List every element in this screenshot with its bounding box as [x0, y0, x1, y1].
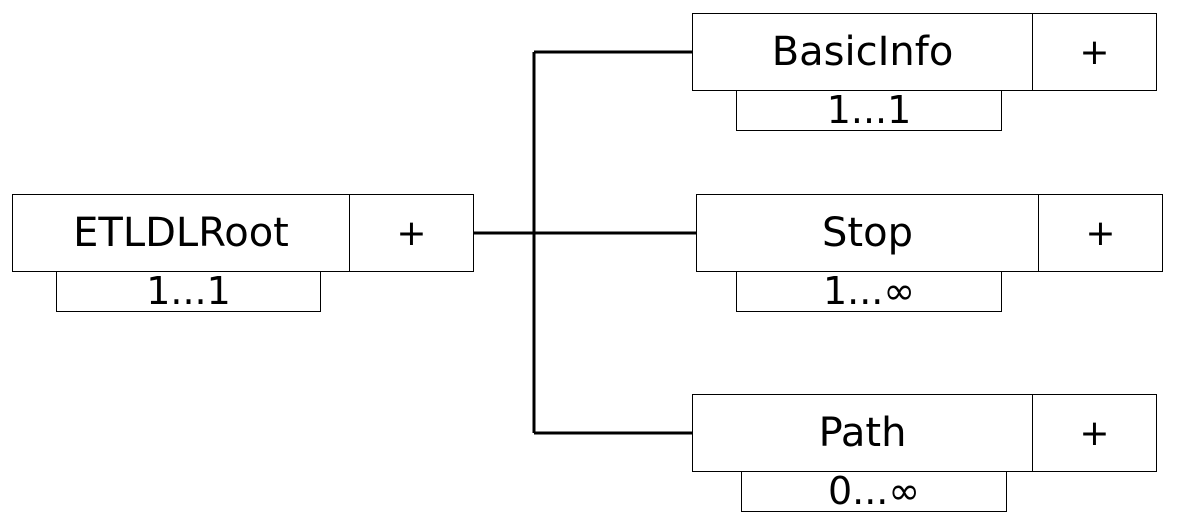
root-node[interactable]: ETLDLRoot +	[12, 194, 474, 272]
child-cardinality: 1...∞	[736, 271, 1002, 312]
child-node-name: Stop	[697, 195, 1039, 271]
child-cardinality: 1...1	[736, 90, 1002, 131]
root-cardinality: 1...1	[56, 271, 321, 312]
child-node-name: BasicInfo	[693, 14, 1033, 90]
child-node-name: Path	[693, 395, 1033, 471]
expand-button[interactable]: +	[1033, 395, 1156, 471]
child-node-stop[interactable]: Stop +	[696, 194, 1163, 272]
child-node-basicinfo[interactable]: BasicInfo +	[692, 13, 1157, 91]
expand-button[interactable]: +	[1039, 195, 1162, 271]
expand-button[interactable]: +	[1033, 14, 1156, 90]
root-node-name: ETLDLRoot	[13, 195, 350, 271]
child-cardinality: 0...∞	[741, 471, 1007, 512]
child-node-path[interactable]: Path +	[692, 394, 1157, 472]
root-expand-button[interactable]: +	[350, 195, 473, 271]
